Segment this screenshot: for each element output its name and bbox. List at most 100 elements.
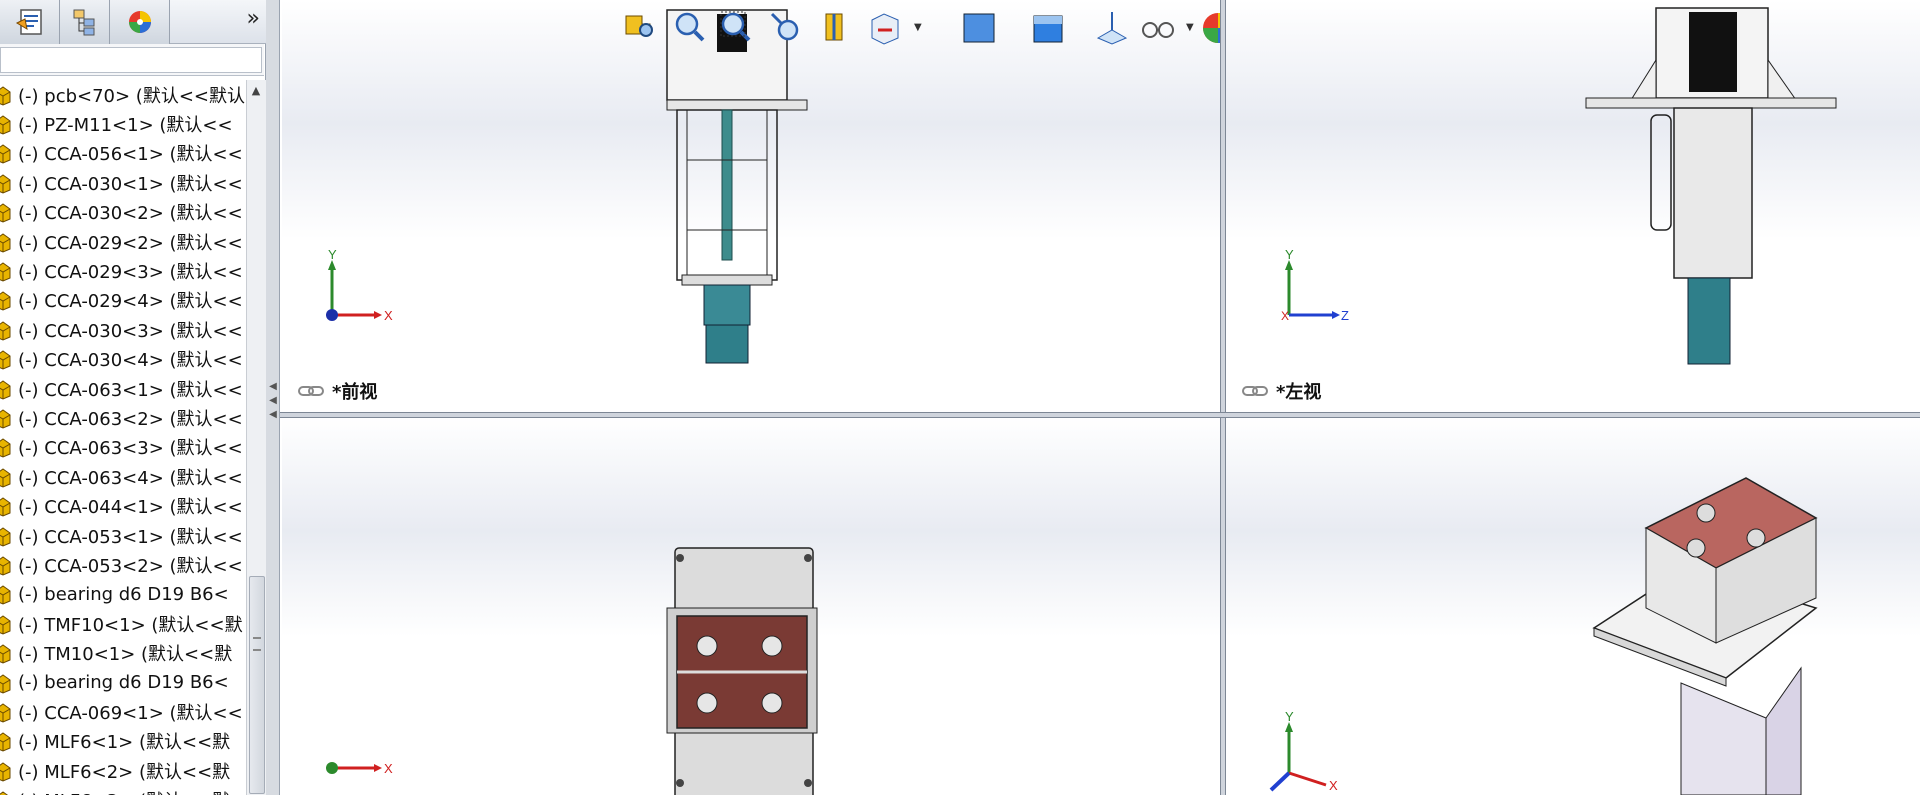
tree-filter-input[interactable] — [0, 47, 262, 73]
tree-item[interactable]: (-) CCA-053<2> (默认<< — [0, 550, 246, 579]
part-icon — [0, 556, 11, 576]
tree-item-label: (-) CCA-030<1> (默认<< — [18, 173, 243, 195]
part-icon — [0, 673, 11, 694]
tree-item[interactable]: (-) PZ-M11<1> (默认<< — [0, 109, 246, 138]
triad-left — [1285, 260, 1340, 319]
display-manager-icon — [128, 11, 151, 33]
axis-z-label: Z — [1341, 308, 1349, 323]
tree-item[interactable]: (-) bearing d6 D19 B6< — [0, 668, 246, 697]
axis-x-label-iso: X — [1329, 778, 1338, 793]
view-name-front: *前视 — [332, 382, 378, 403]
tree-item-label: (-) CCA-069<1> (默认<< — [18, 702, 243, 724]
tree-item-label: (-) CCA-029<2> (默认<< — [18, 232, 243, 254]
tree-item[interactable]: (-) MLF6<2> (默认<<默 — [0, 756, 246, 785]
hud-tool-button[interactable] — [866, 8, 906, 48]
tree-item[interactable]: (-) CCA-029<3> (默认<< — [0, 256, 246, 285]
tree-item[interactable]: (-) TM10<1> (默认<<默 — [0, 639, 246, 668]
filter-bar — [0, 44, 264, 76]
viewport-top[interactable]: X — [282, 418, 1220, 795]
tree-item-label: (-) CCA-056<1> (默认<< — [18, 144, 243, 166]
part-icon — [0, 379, 11, 400]
tree-item-label: (-) CCA-053<2> (默认<< — [18, 555, 243, 577]
collapse-chevron-icon[interactable]: » — [247, 6, 260, 31]
tree-item[interactable]: (-) CCA-029<4> (默认<< — [0, 286, 246, 315]
tree-item[interactable]: (-) CCA-063<3> (默认<< — [0, 433, 246, 462]
tree-item[interactable]: (-) CCA-030<4> (默认<< — [0, 345, 246, 374]
viewport-isometric[interactable]: Y X — [1226, 418, 1920, 795]
view-name-left: *左视 — [1276, 382, 1322, 403]
part-icon — [0, 291, 11, 311]
viewport-vertical-divider[interactable] — [1220, 0, 1226, 795]
tree-item[interactable]: (-) MLF6<3> (默认<<默 — [0, 786, 246, 795]
tree-item[interactable]: (-) TMF10<1> (默认<<默 — [0, 609, 246, 638]
top-view-model: X — [326, 547, 818, 795]
part-icon — [0, 644, 11, 664]
tree-scrollbar[interactable]: ▲ — [246, 80, 266, 795]
hud-tool-button[interactable] — [1198, 8, 1220, 48]
dropdown-arrow-icon[interactable]: ▼ — [914, 22, 922, 33]
tree-item[interactable]: (-) pcb<70> (默认<<默认 — [0, 80, 246, 109]
part-icon — [0, 144, 11, 164]
splitter-arrows-icon[interactable]: ◀ ◀ ◀ — [267, 380, 279, 424]
hud-tool-button[interactable] — [1092, 8, 1132, 48]
property-manager-icon — [73, 9, 94, 36]
hud-tool-button[interactable] — [1138, 8, 1178, 48]
viewport-front[interactable]: Y X ▼▼▼▼ *前视 — [282, 0, 1220, 412]
tree-item[interactable]: (-) CCA-053<1> (默认<< — [0, 521, 246, 550]
hud-tool-icon — [1096, 12, 1128, 45]
tree-item[interactable]: (-) CCA-030<3> (默认<< — [0, 315, 246, 344]
hud-tool-icon — [1142, 22, 1174, 38]
tab-feature-manager[interactable] — [0, 0, 60, 44]
hud-tool-icon — [720, 11, 751, 42]
dropdown-arrow-icon[interactable]: ▼ — [1186, 22, 1194, 33]
tree-item[interactable]: (-) CCA-030<2> (默认<< — [0, 198, 246, 227]
panel-splitter[interactable]: ◀ ◀ ◀ — [266, 0, 280, 795]
triad-iso — [1269, 722, 1327, 792]
tree-item[interactable]: (-) CCA-063<2> (默认<< — [0, 403, 246, 432]
hud-tool-button[interactable] — [1028, 8, 1068, 48]
left-view-model: Y Z X — [1281, 7, 1837, 365]
tree-item[interactable]: (-) CCA-029<2> (默认<< — [0, 227, 246, 256]
hud-tool-button[interactable] — [766, 8, 806, 48]
scroll-grip-icon — [253, 637, 261, 651]
view-label-front: *前视 — [298, 378, 377, 404]
hud-tool-button[interactable] — [670, 8, 710, 48]
tree-item[interactable]: (-) CCA-063<1> (默认<< — [0, 374, 246, 403]
tree-item[interactable]: (-) CCA-063<4> (默认<< — [0, 462, 246, 491]
tree-item[interactable]: (-) CCA-030<1> (默认<< — [0, 168, 246, 197]
heads-up-view-toolbar: ▼▼▼▼ — [620, 4, 1220, 52]
part-icon — [0, 85, 11, 106]
part-icon — [0, 350, 11, 370]
tab-display-manager[interactable] — [110, 0, 170, 44]
tree-item-label: (-) CCA-063<4> (默认<< — [18, 467, 243, 489]
tree-item-label: (-) CCA-063<2> (默认<< — [18, 408, 243, 430]
part-icon — [0, 174, 11, 194]
viewport-left[interactable]: Y Z X *左视 — [1226, 0, 1920, 412]
scroll-up-arrow-icon[interactable]: ▲ — [249, 84, 263, 98]
tree-item[interactable]: (-) bearing d6 D19 B6< — [0, 580, 246, 609]
link-view-icon[interactable] — [298, 384, 326, 398]
hud-tool-icon — [963, 13, 995, 43]
tab-property-manager[interactable] — [60, 0, 110, 44]
tree-item[interactable]: (-) CCA-044<1> (默认<< — [0, 492, 246, 521]
tree-item[interactable]: (-) MLF6<1> (默认<<默 — [0, 727, 246, 756]
viewport-horizontal-divider[interactable] — [280, 412, 1920, 418]
hud-tool-button[interactable] — [620, 8, 660, 48]
hud-tool-button[interactable] — [816, 8, 856, 48]
hud-tool-button[interactable] — [716, 8, 756, 48]
tree-item[interactable]: (-) CCA-069<1> (默认<< — [0, 697, 246, 726]
hud-tool-icon — [871, 13, 899, 45]
part-icon — [0, 115, 11, 135]
tree-item[interactable]: (-) CCA-056<1> (默认<< — [0, 139, 246, 168]
tree-item-label: (-) CCA-044<1> (默认<< — [18, 497, 243, 519]
part-icon — [0, 438, 11, 458]
hud-tool-button[interactable] — [960, 8, 1000, 48]
tree-item-label: (-) bearing d6 D19 B6< — [18, 672, 229, 693]
hud-tool-icon — [675, 12, 705, 42]
part-icon — [0, 262, 11, 282]
iso-view-model: Y X — [1269, 477, 1818, 795]
tree-item-label: (-) CCA-053<1> (默认<< — [18, 526, 243, 548]
link-view-icon[interactable] — [1242, 384, 1270, 398]
triad-front — [326, 260, 382, 321]
scrollbar-thumb[interactable] — [249, 576, 265, 794]
